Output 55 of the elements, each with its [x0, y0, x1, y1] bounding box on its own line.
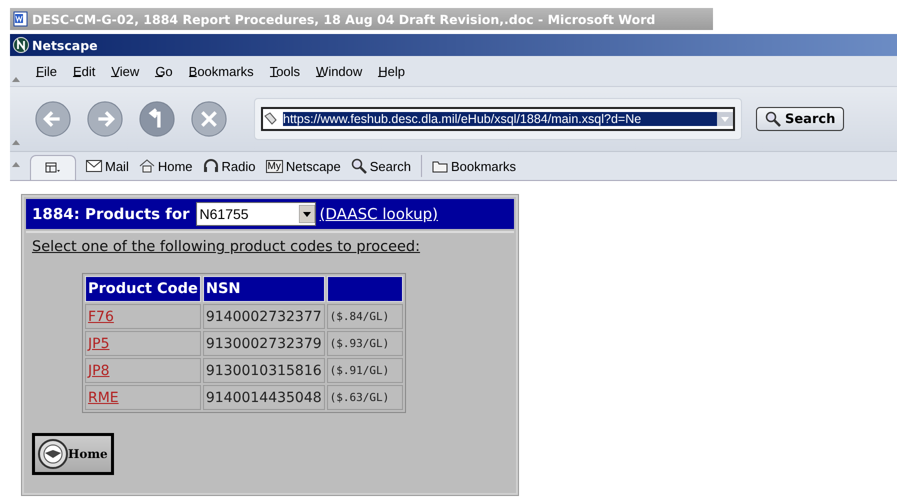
- table-cell: 9140014435048: [202, 385, 325, 410]
- bookmark-icon: [263, 112, 277, 126]
- product-code-link[interactable]: JP5: [88, 336, 110, 352]
- menu-item[interactable]: View: [111, 64, 140, 78]
- my-icon: My: [266, 160, 283, 172]
- dodaac-dropdown[interactable]: N61755: [196, 202, 316, 226]
- grip-icon: [12, 140, 20, 145]
- toolbar-link[interactable]: Search: [350, 158, 411, 174]
- envelope-icon: [86, 160, 102, 172]
- menu-item[interactable]: Edit: [72, 64, 96, 78]
- panel-heading: 1884: Products for: [32, 205, 190, 223]
- search-button[interactable]: Search: [756, 107, 844, 131]
- menu-item[interactable]: File: [36, 64, 57, 78]
- dropdown-icon: [298, 205, 315, 223]
- table-cell: ($.91/GL): [326, 358, 403, 383]
- instruction-text: Select one of the following product codes to proceed:: [26, 231, 514, 255]
- table-cell: 9130002732379: [202, 331, 325, 356]
- column-header: Product Code: [85, 276, 201, 302]
- product-code-link[interactable]: JP8: [88, 362, 110, 378]
- table-cell: ($.93/GL): [326, 331, 403, 356]
- menu-item[interactable]: Bookmarks: [188, 64, 254, 78]
- folder-icon: [432, 160, 448, 172]
- menu-item[interactable]: Help: [378, 64, 406, 78]
- toolbar-link[interactable]: Radio: [202, 158, 256, 174]
- window-title: Netscape: [32, 38, 98, 52]
- tab-icon: [45, 162, 61, 174]
- table-cell: ($.63/GL): [326, 385, 403, 410]
- toolbar-link[interactable]: My Netscape: [266, 158, 341, 174]
- menu-item[interactable]: Go: [155, 64, 173, 78]
- home-button[interactable]: Home: [32, 433, 114, 475]
- headphones-icon: [202, 159, 219, 173]
- table-cell: 9130010315816: [202, 358, 325, 383]
- search-icon: [765, 111, 781, 127]
- toolbar-link[interactable]: Home: [138, 158, 193, 174]
- lookup-link[interactable]: (DAASC lookup): [320, 205, 438, 223]
- address-field[interactable]: https://www.feshub.desc.dla.mil/eHub/xsql/1884/main.xsql?d=Ne: [261, 107, 735, 131]
- grip-icon: [12, 77, 20, 82]
- product-code-link[interactable]: RME: [88, 390, 119, 406]
- tab[interactable]: [30, 155, 76, 180]
- globe-icon: [13, 37, 29, 53]
- menu-item[interactable]: Tools: [270, 64, 300, 78]
- reload-button[interactable]: [138, 100, 176, 138]
- house-icon: [138, 159, 155, 173]
- toolbar-link[interactable]: Bookmarks: [432, 158, 516, 174]
- toolbar-link[interactable]: Mail: [86, 158, 129, 174]
- seal-icon: [38, 439, 68, 469]
- grip-icon: [12, 162, 20, 166]
- document-icon: [13, 11, 29, 27]
- menu-item[interactable]: Window: [316, 64, 362, 78]
- window-title: DESC-CM-G-02, 1884 Report Procedures, 18 Aug 04 Draft Revision,.doc - Microsoft Word: [32, 12, 656, 26]
- column-header: NSN: [202, 276, 325, 302]
- search-icon: [350, 158, 367, 174]
- table-cell: ($.84/GL): [326, 304, 403, 329]
- product-code-link[interactable]: F76: [88, 308, 114, 324]
- table-cell: 9140002732377: [202, 304, 325, 329]
